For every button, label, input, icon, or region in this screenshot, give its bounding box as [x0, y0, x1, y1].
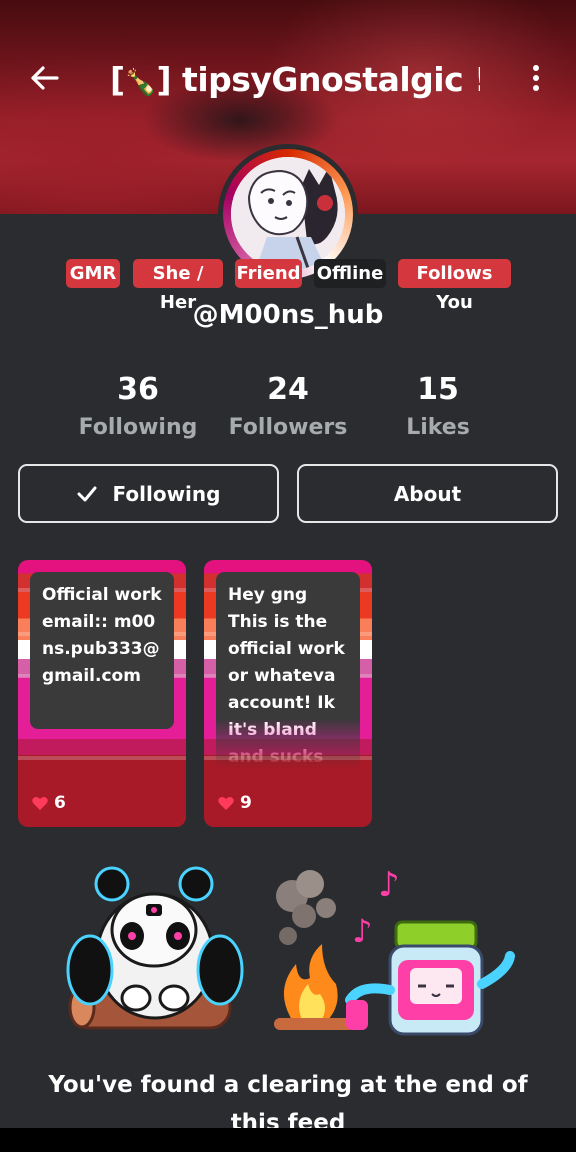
- likes-label: Likes: [406, 415, 470, 440]
- badge-friend: Friend: [235, 259, 302, 288]
- more-vertical-icon: [533, 65, 539, 91]
- heart-icon: [218, 796, 234, 810]
- about-button[interactable]: About: [297, 464, 558, 523]
- title-bracket: [: [110, 60, 125, 99]
- champagne-icon: 🍾: [124, 68, 157, 98]
- back-button[interactable]: [24, 58, 64, 98]
- system-nav-bar: [0, 1128, 576, 1152]
- post-likes[interactable]: 6: [32, 793, 66, 813]
- feed-end-message: You've found a clearing at the end of th…: [48, 1072, 528, 1128]
- avatar-image: [231, 157, 345, 271]
- post-card[interactable]: Hey gng This is the official work or wha…: [204, 560, 372, 827]
- post-like-count: 9: [240, 793, 252, 813]
- checkmark-icon: [77, 486, 97, 502]
- post-likes[interactable]: 9: [218, 793, 252, 813]
- following-button[interactable]: Following: [18, 464, 279, 523]
- svg-text:♪: ♪: [378, 865, 400, 905]
- post-like-count: 6: [54, 793, 66, 813]
- page-title: [🍾] tipsyGnostalgic !★: [110, 58, 480, 102]
- arrow-left-icon: [31, 66, 59, 90]
- end-of-feed-illustration: ♪ ♪: [66, 865, 515, 1036]
- svg-text:♪: ♪: [352, 912, 372, 950]
- followers-label: Followers: [228, 415, 348, 440]
- stat-likes[interactable]: 15 Likes: [358, 370, 518, 446]
- followers-count: 24: [267, 372, 309, 407]
- post-text: Hey gng This is the official work or wha…: [216, 572, 360, 768]
- more-options-button[interactable]: [516, 58, 556, 98]
- post-text: Official work email:: m00ns.pub333@gmail…: [30, 572, 174, 729]
- stat-followers[interactable]: 24 Followers: [208, 370, 368, 446]
- stat-following[interactable]: 36 Following: [58, 370, 218, 446]
- badge-gmr: GMR: [66, 259, 120, 288]
- following-button-label: Following: [112, 481, 221, 506]
- likes-count: 15: [417, 372, 459, 407]
- post-card[interactable]: Official work email:: m00ns.pub333@gmail…: [18, 560, 186, 827]
- profile-handle: @M00ns_hub: [192, 300, 384, 330]
- about-button-label: About: [393, 481, 462, 506]
- profile-badges: GMR She / Her Friend Offline Follows You: [0, 259, 576, 313]
- avatar-illustration: [231, 157, 345, 271]
- badge-pronouns: She / Her: [133, 259, 223, 313]
- title-text: ] tipsyGnostalgic !: [156, 60, 480, 99]
- following-count: 36: [117, 372, 159, 407]
- card-stripe: [18, 756, 186, 760]
- heart-icon: [32, 796, 48, 810]
- following-label: Following: [78, 415, 198, 440]
- badge-offline: Offline: [314, 259, 386, 288]
- badge-follows-you: Follows You: [398, 259, 511, 313]
